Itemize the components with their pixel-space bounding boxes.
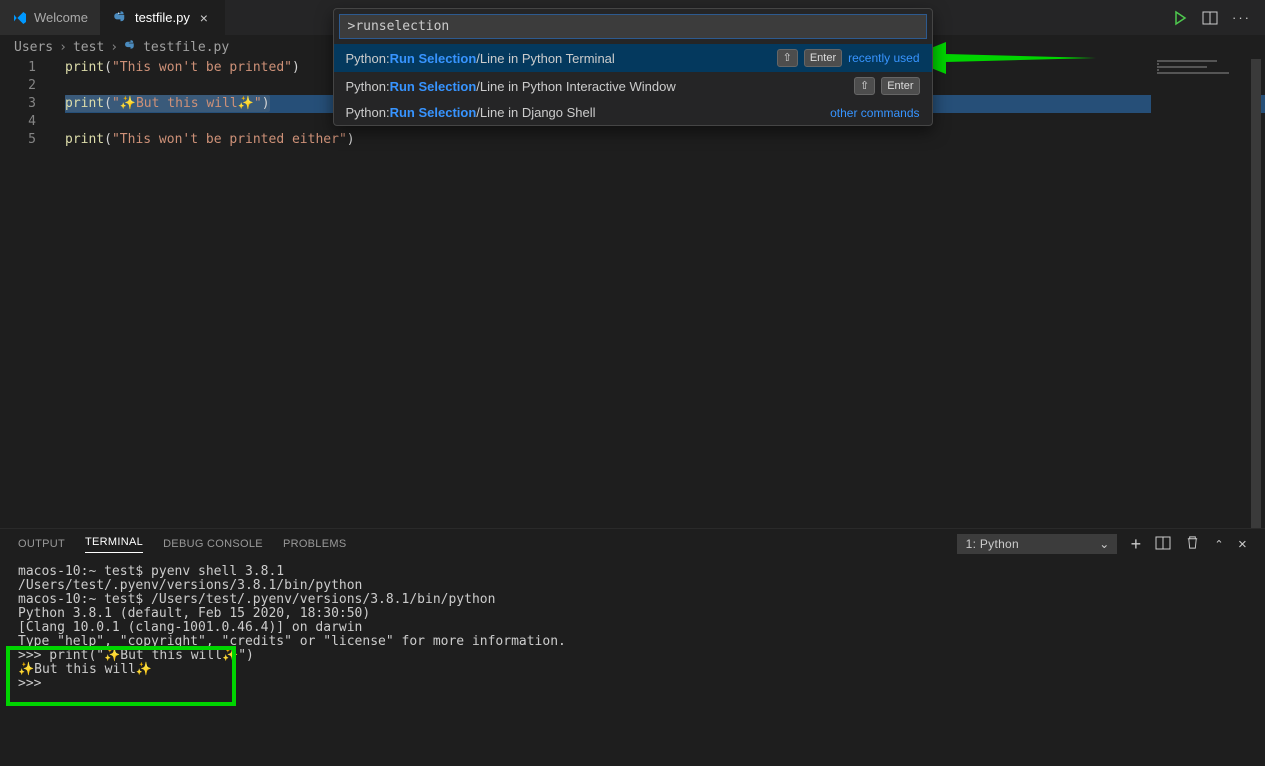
minimap[interactable]: [1151, 59, 1261, 529]
keyboard-key: Enter: [804, 49, 842, 67]
breadcrumb-part[interactable]: testfile.py: [143, 40, 229, 55]
palette-hint: other commands: [830, 106, 919, 120]
keyboard-key: ⇧: [777, 49, 798, 67]
palette-hint: recently used: [848, 51, 919, 65]
new-terminal-icon[interactable]: +: [1131, 534, 1142, 555]
chevron-down-icon: ⌄: [1099, 537, 1109, 551]
bottom-panel: OUTPUT TERMINAL DEBUG CONSOLE PROBLEMS 1…: [0, 528, 1265, 766]
terminal-line: >>>: [18, 677, 1247, 691]
run-icon[interactable]: [1172, 10, 1188, 26]
terminal-line: [Clang 10.0.1 (clang-1001.0.46.4)] on da…: [18, 621, 1247, 635]
panel-tabs: OUTPUT TERMINAL DEBUG CONSOLE PROBLEMS 1…: [0, 529, 1265, 559]
breadcrumb-part[interactable]: test: [73, 40, 104, 55]
python-icon: [124, 39, 137, 56]
tab-label: Welcome: [34, 10, 88, 25]
panel-tab-problems[interactable]: PROBLEMS: [283, 538, 347, 550]
command-input[interactable]: [339, 14, 927, 39]
chevron-right-icon: ›: [59, 40, 67, 55]
command-palette: Python: Run Selection/Line in Python Ter…: [333, 8, 933, 126]
more-icon[interactable]: ···: [1232, 10, 1251, 25]
code-line[interactable]: print("This won't be printed either"): [65, 131, 1265, 149]
terminal-line: >>> print("✨But this will✨"): [18, 649, 1247, 663]
terminal-select[interactable]: 1: Python ⌄: [957, 534, 1117, 554]
keyboard-key: Enter: [881, 77, 919, 95]
line-gutter: 12345: [0, 59, 50, 149]
tab-welcome[interactable]: Welcome: [0, 0, 101, 35]
palette-item[interactable]: Python: Run Selection/Line in Django She…: [334, 100, 932, 125]
vscode-icon: [12, 10, 28, 26]
chevron-right-icon: ›: [110, 40, 118, 55]
terminal-line: macos-10:~ test$ pyenv shell 3.8.1: [18, 565, 1247, 579]
code-editor[interactable]: 12345 print("This won't be printed")prin…: [0, 59, 1265, 529]
close-panel-icon[interactable]: ×: [1238, 536, 1247, 553]
split-editor-icon[interactable]: [1202, 10, 1218, 26]
terminal-line: Python 3.8.1 (default, Feb 15 2020, 18:3…: [18, 607, 1247, 621]
chevron-up-icon[interactable]: ⌃: [1214, 538, 1224, 551]
trash-icon[interactable]: [1185, 535, 1200, 553]
panel-tab-debug[interactable]: DEBUG CONSOLE: [163, 538, 263, 550]
terminal-line: ✨But this will✨: [18, 663, 1247, 677]
tab-testfile[interactable]: testfile.py ×: [101, 0, 225, 35]
close-icon[interactable]: ×: [196, 10, 212, 26]
keyboard-key: ⇧: [854, 77, 875, 95]
python-icon: [113, 10, 129, 26]
panel-tab-output[interactable]: OUTPUT: [18, 538, 65, 550]
panel-tab-terminal[interactable]: TERMINAL: [85, 536, 143, 553]
terminal-body[interactable]: macos-10:~ test$ pyenv shell 3.8.1/Users…: [0, 559, 1265, 697]
tab-label: testfile.py: [135, 10, 190, 25]
breadcrumb-part[interactable]: Users: [14, 40, 53, 55]
terminal-line: /Users/test/.pyenv/versions/3.8.1/bin/py…: [18, 579, 1247, 593]
terminal-line: Type "help", "copyright", "credits" or "…: [18, 635, 1247, 649]
palette-item[interactable]: Python: Run Selection/Line in Python Ter…: [334, 44, 932, 72]
split-terminal-icon[interactable]: [1155, 535, 1171, 554]
terminal-line: macos-10:~ test$ /Users/test/.pyenv/vers…: [18, 593, 1247, 607]
palette-item[interactable]: Python: Run Selection/Line in Python Int…: [334, 72, 932, 100]
